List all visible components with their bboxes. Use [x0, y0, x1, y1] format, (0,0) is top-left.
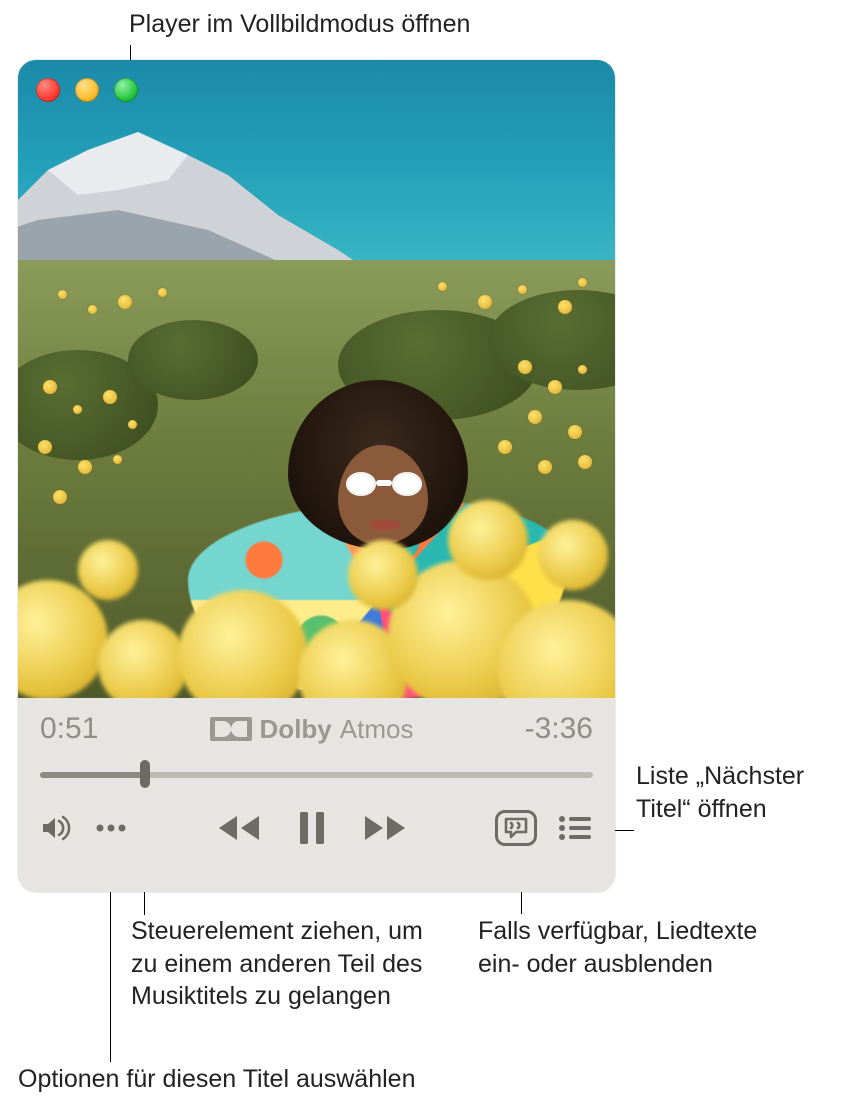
more-icon[interactable]: [94, 821, 128, 835]
audio-format-badge: Dolby Atmos: [210, 714, 414, 745]
rewind-icon[interactable]: [215, 812, 263, 844]
window-controls: [36, 78, 138, 102]
callout-queue: Liste „Nächster Titel“ öffnen: [636, 760, 836, 825]
callout-fullscreen: Player im Vollbildmodus öffnen: [129, 8, 470, 41]
scrubber-thumb[interactable]: [140, 760, 150, 788]
dolby-format-label: Atmos: [340, 714, 414, 745]
album-art: [18, 60, 615, 698]
dolby-brand-label: Dolby: [260, 714, 332, 745]
time-elapsed: 0:51: [40, 712, 98, 746]
volume-icon[interactable]: [40, 813, 74, 843]
dolby-icon: [210, 717, 252, 741]
scrubber[interactable]: [40, 764, 593, 784]
time-remaining: -3:36: [525, 712, 593, 746]
minimize-icon[interactable]: [75, 78, 99, 102]
pause-icon[interactable]: [297, 810, 327, 846]
forward-icon[interactable]: [361, 812, 409, 844]
player-controls: 0:51 Dolby Atmos -3:36: [18, 698, 615, 892]
callout-scrubber: Steuerelement ziehen, um zu einem andere…: [131, 915, 441, 1013]
callout-lyrics: Falls verfügbar, Liedtexte ein- oder aus…: [478, 915, 778, 980]
miniplayer-window: 0:51 Dolby Atmos -3:36: [18, 60, 615, 892]
fullscreen-icon[interactable]: [114, 78, 138, 102]
callout-options: Optionen für diesen Titel auswählen: [18, 1063, 518, 1096]
queue-icon[interactable]: [557, 814, 593, 842]
close-icon[interactable]: [36, 78, 60, 102]
lyrics-icon[interactable]: [495, 810, 537, 846]
